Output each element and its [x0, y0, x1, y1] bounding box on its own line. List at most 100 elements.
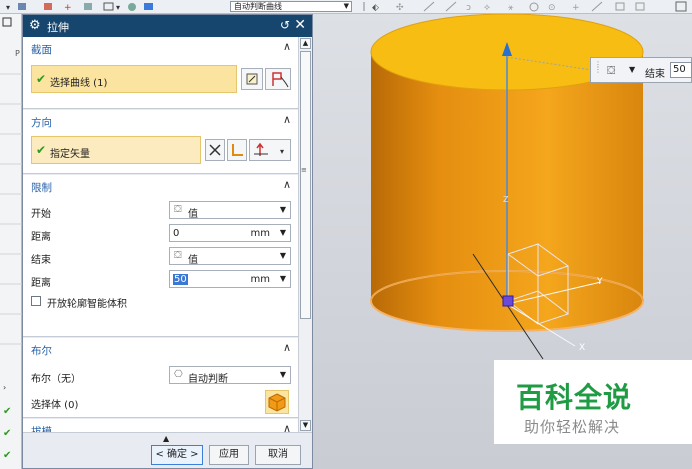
chevron-down-icon: ▼	[279, 274, 286, 283]
close-icon[interactable]: ✕	[294, 17, 306, 33]
section-title: 限制	[31, 182, 52, 194]
check-icon: ✔	[3, 450, 11, 461]
axis-z-label: Z	[503, 195, 509, 204]
svg-text:›: ›	[3, 383, 6, 392]
sketch-section-button[interactable]	[241, 68, 263, 90]
end-label: 结束	[645, 69, 665, 80]
gear-icon: ⚙	[29, 18, 41, 33]
collapse-icon[interactable]: ∧	[283, 341, 291, 354]
watermark-logo: 百科全说 助你轻松解决	[494, 360, 692, 444]
sketch-icon	[246, 73, 258, 85]
section-header[interactable]: 拔模 ∧	[23, 419, 299, 432]
end-value-input[interactable]: 50	[670, 62, 692, 78]
section-title: 拔模	[31, 426, 52, 432]
select-curve-label: 选择曲线 (1)	[50, 78, 108, 89]
reverse-icon	[209, 144, 221, 156]
open-profile-checkbox[interactable]	[31, 296, 41, 306]
top-toolbar: ▾ + ▾ 自动判断曲线 ▼ ⬖ ✣ ↄ ⟡ ⚹ ⊙ +	[0, 0, 692, 14]
select-icon	[44, 3, 52, 10]
dialog-scrollbar[interactable]: ▲ ≡ ▼	[298, 37, 312, 432]
section-title: 方向	[31, 117, 52, 129]
unit-label: mm	[250, 274, 270, 285]
section-title: 布尔	[31, 345, 52, 357]
section-title: 截面	[31, 44, 52, 56]
grip-icon: ≡	[301, 166, 307, 174]
scroll-up-icon[interactable]: ▲	[300, 38, 311, 49]
scroll-thumb[interactable]	[300, 51, 311, 319]
dialog-titlebar[interactable]: ⚙ 拉伸 ↺ ✕	[23, 15, 312, 37]
chevron-down-icon: ▼	[279, 370, 286, 379]
chevron-down-icon: ▼	[279, 228, 286, 237]
end-type-dropdown[interactable]: ⛋ 值 ▼	[169, 247, 291, 266]
svg-text:▾: ▾	[116, 3, 120, 12]
svg-text:▾: ▾	[6, 3, 10, 12]
layer-icon	[84, 3, 92, 10]
svg-text:⬖: ⬖	[372, 3, 379, 12]
chevron-down-icon: ▼	[279, 251, 286, 260]
section-header[interactable]: 布尔 ∧	[23, 338, 299, 360]
check-icon: ✔	[36, 72, 47, 86]
cube-icon	[144, 3, 153, 10]
apply-button[interactable]: 应用	[209, 445, 249, 465]
window-icon	[2, 17, 12, 27]
select-curve-row[interactable]: ✔ 选择曲线 (1)	[31, 65, 237, 93]
scroll-down-icon[interactable]: ▼	[300, 420, 311, 431]
collapse-icon[interactable]: ∧	[283, 40, 291, 53]
watermark-title: 百科全说	[516, 381, 633, 414]
reverse-direction-button[interactable]	[205, 139, 225, 161]
distance-end-input[interactable]: 50 mm ▼	[169, 270, 291, 288]
section-boolean-group: 布尔 ∧ 布尔（无） ⎔ 自动判断 ▼ 选择体 (0)	[23, 338, 299, 418]
open-profile-label: 开放轮廓智能体积	[47, 299, 127, 310]
chevron-down-icon: ▼	[343, 2, 349, 10]
selection-filter-dropdown[interactable]: 自动判断曲线 ▼	[230, 1, 352, 12]
boolean-label: 布尔（无）	[31, 374, 81, 385]
vector-dialog-button[interactable]	[227, 139, 247, 161]
cube-icon	[268, 393, 286, 412]
auto-infer-icon: ⎔	[174, 369, 183, 380]
toolbar-icons[interactable]: ▾ + ▾	[4, 1, 224, 12]
chevron-down-icon: ▼	[279, 205, 286, 214]
vector-icon	[232, 144, 243, 156]
value-icon: ⛋	[174, 250, 182, 261]
distance-start-label: 距离	[31, 232, 51, 243]
ok-button[interactable]: < 确定 >	[151, 445, 203, 465]
check-icon: ✔	[3, 428, 11, 439]
expand-more-icon[interactable]: ▲	[163, 434, 169, 443]
collapse-icon[interactable]: ∧	[283, 422, 291, 432]
sphere-icon	[128, 3, 136, 11]
collapse-icon[interactable]: ∧	[283, 113, 291, 126]
svg-text:+: +	[64, 3, 72, 12]
watermark-subtitle: 助你轻松解决	[524, 418, 621, 436]
curve-select-button[interactable]	[265, 68, 291, 90]
chevron-down-icon[interactable]: ▼	[629, 65, 635, 74]
boolean-type-dropdown[interactable]: ⎔ 自动判断 ▼	[169, 366, 291, 385]
reset-icon[interactable]: ↺	[280, 18, 290, 32]
curve-flag-icon	[272, 72, 289, 88]
dialog-body: 截面 ∧ ✔ 选择曲线 (1) 方向 ∧ ✔ 指定矢量 ▾ 限制 ∧ 开始 ⛋ …	[23, 37, 299, 432]
section-curve-group: 截面 ∧ ✔ 选择曲线 (1)	[23, 37, 299, 109]
cancel-button[interactable]: 取消	[255, 445, 301, 465]
distance-start-input[interactable]: 0 mm ▼	[169, 224, 291, 242]
section-header[interactable]: 限制 ∧	[23, 175, 299, 197]
section-draft-group: 拔模 ∧	[23, 419, 299, 432]
specify-vector-row[interactable]: ✔ 指定矢量	[31, 136, 201, 164]
vector-type-dropdown[interactable]: ▾	[249, 139, 291, 161]
svg-text:+: +	[572, 3, 580, 12]
section-limits-group: 限制 ∧ 开始 ⛋ 值 ▼ 距离 0 mm ▼ 结束 ⛋ 值 ▼ 距离 50 m…	[23, 175, 299, 337]
distance-end-label: 距离	[31, 278, 51, 289]
grip-icon: ⋮ ⋮	[594, 60, 602, 74]
svg-text:⊙: ⊙	[548, 3, 556, 12]
value-icon: ⛋	[607, 64, 616, 77]
collapse-icon[interactable]: ∧	[283, 178, 291, 191]
unit-label: mm	[250, 228, 270, 239]
navigator-icons[interactable]: P › ✔ ✔ ✔	[0, 14, 22, 469]
select-body-button[interactable]	[265, 390, 289, 414]
section-header[interactable]: 截面 ∧	[23, 37, 299, 59]
start-type-dropdown[interactable]: ⛋ 值 ▼	[169, 201, 291, 220]
snap-toolbar-icons[interactable]: ⬖ ✣ ↄ ⟡ ⚹ ⊙ +	[360, 1, 690, 12]
section-header[interactable]: 方向 ∧	[23, 110, 299, 132]
part-navigator-strip: P › ✔ ✔ ✔	[0, 14, 22, 469]
boolean-type-value: 自动判断	[188, 374, 228, 385]
svg-text:✣: ✣	[396, 3, 404, 12]
end-distance-handle-popup[interactable]: ⋮ ⋮ ⛋ ▼ 结束 50	[590, 57, 692, 83]
